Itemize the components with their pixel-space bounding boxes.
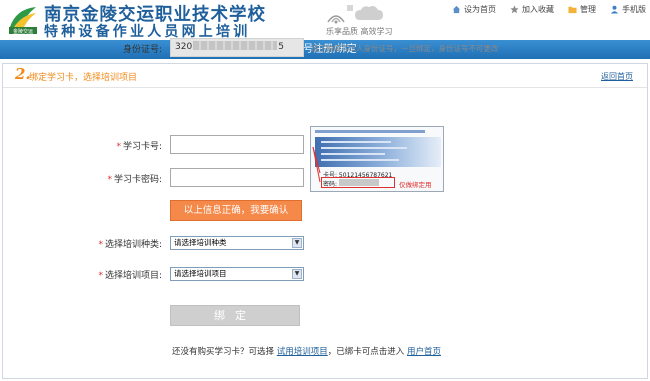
admin-link[interactable]: 管理 bbox=[568, 4, 596, 15]
card-number-label: * 学习卡号: bbox=[116, 142, 162, 152]
id-number-field: 320 5 bbox=[170, 38, 304, 57]
chevron-down-icon: ▼ bbox=[292, 238, 302, 248]
bind-submit-button[interactable]: 绑定 bbox=[170, 305, 300, 326]
admin-label: 管理 bbox=[580, 5, 596, 14]
required-mark: * bbox=[98, 240, 103, 250]
pointer-arrows-icon bbox=[312, 146, 321, 183]
id-number-hint: 请正确填写本人身份证号，一旦绑定，身份证号不可更改 bbox=[311, 44, 499, 53]
required-mark: * bbox=[107, 175, 112, 185]
card-password-input[interactable] bbox=[170, 168, 304, 187]
set-homepage-link[interactable]: 设为首页 bbox=[452, 4, 496, 15]
step-header: 2. 绑定学习卡，选择培训项目 返回首页 bbox=[3, 64, 647, 88]
mobile-version-link[interactable]: 手机版 bbox=[610, 4, 646, 15]
slogan: 乐享品质 高效学习 bbox=[326, 27, 393, 36]
chevron-down-icon: ▼ bbox=[292, 269, 302, 279]
step-title: 绑定学习卡，选择培训项目 bbox=[29, 73, 138, 83]
home-icon bbox=[452, 5, 461, 14]
top-links: 设为首页 加入收藏 管理 手机版 bbox=[452, 4, 646, 15]
category-select[interactable]: 请选择培训种类 ▼ bbox=[170, 236, 304, 250]
required-mark: * bbox=[98, 271, 103, 281]
sample-card-image: 卡号: 50121456787621 密码: 仅做绑定用 bbox=[310, 126, 444, 192]
category-label: * 选择培训种类: bbox=[98, 240, 162, 250]
set-homepage-label: 设为首页 bbox=[464, 5, 496, 14]
svg-text:金陵交运: 金陵交运 bbox=[13, 28, 33, 35]
card-number-input[interactable] bbox=[170, 135, 304, 154]
mobile-version-label: 手机版 bbox=[622, 5, 646, 14]
card-password-label: * 学习卡密码: bbox=[107, 175, 162, 185]
bottom-note: 还没有购买学习卡？可选择 试用培训项目，已绑卡可点击进入 用户首页 bbox=[172, 347, 441, 357]
user-icon bbox=[610, 5, 619, 14]
confirm-info-button[interactable]: 以上信息正确，我要确认 bbox=[170, 200, 302, 221]
school-logo: 金陵交运 bbox=[6, 3, 40, 36]
site-header: 金陵交运 南京金陵交运职业技术学校 特种设备作业人员网上培训 乐享品质 高效学习… bbox=[0, 0, 650, 40]
folder-icon bbox=[568, 6, 577, 14]
required-mark: * bbox=[116, 142, 121, 152]
star-icon bbox=[510, 5, 519, 14]
id-number-label: 身份证号: bbox=[122, 45, 162, 55]
project-select[interactable]: 请选择培训项目 ▼ bbox=[170, 267, 304, 281]
back-home-link[interactable]: 返回首页 bbox=[601, 71, 633, 82]
wifi-cloud-decoration-icon bbox=[327, 5, 383, 24]
add-favorite-link[interactable]: 加入收藏 bbox=[510, 4, 554, 15]
trial-projects-link[interactable]: 试用培训项目 bbox=[277, 347, 328, 357]
masked-digits bbox=[193, 41, 278, 50]
add-favorite-label: 加入收藏 bbox=[522, 5, 554, 14]
project-label: * 选择培训项目: bbox=[98, 271, 162, 281]
binding-panel: 2. 绑定学习卡，选择培训项目 返回首页 bbox=[2, 63, 648, 379]
user-home-link[interactable]: 用户首页 bbox=[407, 347, 441, 357]
